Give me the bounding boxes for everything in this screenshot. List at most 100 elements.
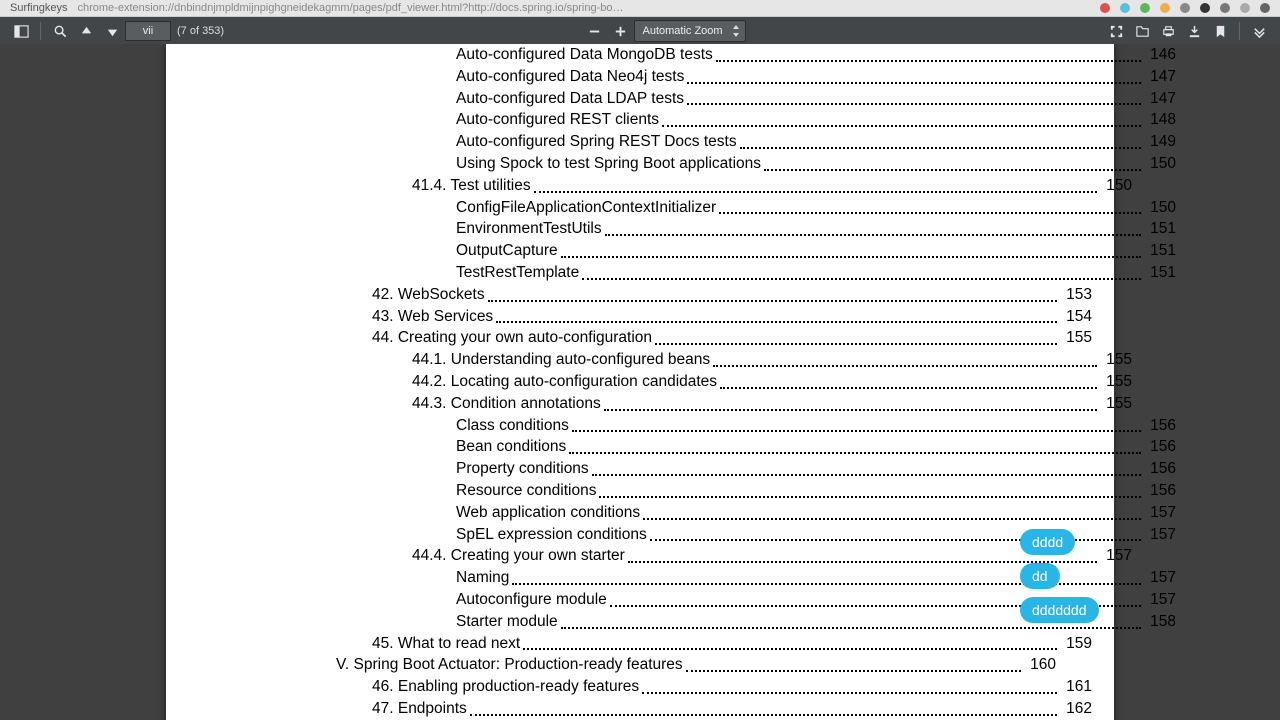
toc-entry-title: 42. WebSockets xyxy=(372,284,485,306)
pdf-page: Auto-configured Data MongoDB tests146Aut… xyxy=(166,44,1114,720)
toc-leader xyxy=(582,262,1141,280)
toc-entry-page: 147 xyxy=(1144,88,1176,110)
tools-menu-button[interactable] xyxy=(1249,21,1269,41)
toc-entry-title: Autoconfigure module xyxy=(456,589,607,611)
browser-url: chrome-extension://dnbindnjmpldmijnpighg… xyxy=(77,2,1090,14)
toc-entry-title: Naming xyxy=(456,567,509,589)
pdf-toolbar: (7 of 353) Automatic Zoom xyxy=(0,17,1280,45)
zoom-select[interactable]: Automatic Zoom xyxy=(634,20,746,42)
toc-entry-title: EnvironmentTestUtils xyxy=(456,218,602,240)
toc-entry-page: 161 xyxy=(1060,676,1092,698)
toc-entry-title: 43. Web Services xyxy=(372,306,493,328)
toc-leader xyxy=(643,502,1141,520)
toc-entry-page: 157 xyxy=(1144,502,1176,524)
toc-leader xyxy=(534,175,1098,193)
toc-entry-title: 47. Endpoints xyxy=(372,698,467,720)
toc-leader xyxy=(523,633,1057,651)
toc-entry[interactable]: 43. Web Services154 xyxy=(276,306,1092,328)
toc-entry-page: 147 xyxy=(1144,66,1176,88)
toc-entry[interactable]: Using Spock to test Spring Boot applicat… xyxy=(276,153,1176,175)
toc-entry-title: 44.3. Condition annotations xyxy=(412,393,601,415)
toc-entry[interactable]: 41.4. Test utilities150 xyxy=(276,175,1132,197)
toc-entry[interactable]: 45. What to read next159 xyxy=(276,633,1092,655)
toc-entry[interactable]: 46. Enabling production-ready features16… xyxy=(276,676,1092,698)
toc-leader xyxy=(605,218,1142,236)
toc-entry[interactable]: Bean conditions156 xyxy=(276,436,1176,458)
toc-entry[interactable]: Web application conditions157 xyxy=(276,502,1176,524)
toc-entry-title: 44. Creating your own auto-configuration xyxy=(372,327,652,349)
toc-entry[interactable]: Auto-configured Spring REST Docs tests 14… xyxy=(276,131,1176,153)
toc-entry[interactable]: ConfigFileApplicationContextInitializer1… xyxy=(276,197,1176,219)
overlay-bubble[interactable]: dd xyxy=(1020,563,1060,589)
download-button[interactable] xyxy=(1184,21,1204,41)
toc-entry-page: 160 xyxy=(1024,654,1056,676)
toc-entry-page: 153 xyxy=(1060,284,1092,306)
toc-entry[interactable]: 44.3. Condition annotations155 xyxy=(276,393,1132,415)
prev-page-button[interactable] xyxy=(76,21,96,41)
overlay-bubble[interactable]: ddddddd xyxy=(1020,597,1099,623)
toc-entry-page: 151 xyxy=(1144,240,1176,262)
toc-entry-title: ConfigFileApplicationContextInitializer xyxy=(456,197,716,219)
presentation-button[interactable] xyxy=(1106,21,1126,41)
toc-entry-page: 151 xyxy=(1144,218,1176,240)
toc-entry-page: 159 xyxy=(1060,633,1092,655)
toc-leader xyxy=(687,88,1141,106)
toc-entry-page: 157 xyxy=(1100,545,1132,567)
toc-entry[interactable]: Resource conditions 156 xyxy=(276,480,1176,502)
toc-entry-title: Auto-configured REST clients xyxy=(456,109,659,131)
sidebar-toggle-button[interactable] xyxy=(11,21,31,41)
toc-entry[interactable]: Class conditions156 xyxy=(276,415,1176,437)
toc-leader xyxy=(662,109,1141,127)
toc-leader xyxy=(655,327,1057,345)
next-page-button[interactable] xyxy=(102,21,122,41)
toc-entry-page: 156 xyxy=(1144,480,1176,502)
print-button[interactable] xyxy=(1158,21,1178,41)
toc-leader xyxy=(470,698,1057,716)
toc-entry[interactable]: V. Spring Boot Actuator: Production-read… xyxy=(276,654,1056,676)
page-number-input[interactable] xyxy=(125,21,171,41)
toc-leader xyxy=(569,436,1141,454)
open-file-button[interactable] xyxy=(1132,21,1152,41)
toc-entry[interactable]: Auto-configured Data LDAP tests 147 xyxy=(276,88,1176,110)
toc-entry[interactable]: Auto-configured Data MongoDB tests146 xyxy=(276,44,1176,66)
toc-leader xyxy=(720,371,1097,389)
overlay-bubble[interactable]: dddd xyxy=(1020,529,1075,555)
zoom-in-button[interactable] xyxy=(611,21,631,41)
zoom-select-label: Automatic Zoom xyxy=(643,25,723,37)
toc-leader xyxy=(592,458,1141,476)
viewer-area[interactable]: Auto-configured Data MongoDB tests146Aut… xyxy=(0,44,1280,720)
toc-entry-title: Auto-configured Data LDAP tests xyxy=(456,88,684,110)
toc-entry[interactable]: 44.1. Understanding auto-configured bean… xyxy=(276,349,1132,371)
toc-entry-title: 41.4. Test utilities xyxy=(412,175,531,197)
toc-entry-page: 149 xyxy=(1144,131,1176,153)
overlay-bubbles: ddddddddddddd xyxy=(1020,529,1099,623)
toc-entry-page: 155 xyxy=(1060,327,1092,349)
toc-entry-page: 155 xyxy=(1100,349,1132,371)
toc-entry[interactable]: Auto-configured REST clients148 xyxy=(276,109,1176,131)
toc-entry-page: 155 xyxy=(1100,371,1132,393)
toc-entry[interactable]: 47. Endpoints162 xyxy=(276,698,1092,720)
find-button[interactable] xyxy=(50,21,70,41)
zoom-out-button[interactable] xyxy=(585,21,605,41)
toc-entry[interactable]: 42. WebSockets 153 xyxy=(276,284,1092,306)
toc-entry[interactable]: TestRestTemplate151 xyxy=(276,262,1176,284)
toc-entry[interactable]: 44.4. Creating your own starter157 xyxy=(276,545,1132,567)
toc-entry[interactable]: Property conditions156 xyxy=(276,458,1176,480)
toc-entry-page: 156 xyxy=(1144,458,1176,480)
toc-entry[interactable]: EnvironmentTestUtils 151 xyxy=(276,218,1176,240)
toc-entry-title: Resource conditions xyxy=(456,480,596,502)
toc-leader xyxy=(764,153,1141,171)
toc-entry-title: Using Spock to test Spring Boot applicat… xyxy=(456,153,761,175)
toc-entry[interactable]: OutputCapture151 xyxy=(276,240,1176,262)
toc-entry-title: Class conditions xyxy=(456,415,569,437)
toc-entry-page: 150 xyxy=(1144,153,1176,175)
toc-entry[interactable]: 44.2. Locating auto-configuration candid… xyxy=(276,371,1132,393)
bookmark-button[interactable] xyxy=(1210,21,1230,41)
toc-entry[interactable]: 44. Creating your own auto-configuration… xyxy=(276,327,1092,349)
toc-leader xyxy=(496,306,1057,324)
toc-leader xyxy=(642,676,1057,694)
toc-entry-title: Auto-configured Data MongoDB tests xyxy=(456,44,713,66)
toc-leader xyxy=(561,240,1141,258)
toc-entry[interactable]: Auto-configured Data Neo4j tests147 xyxy=(276,66,1176,88)
toc-entry-title: Auto-configured Spring REST Docs tests xyxy=(456,131,737,153)
